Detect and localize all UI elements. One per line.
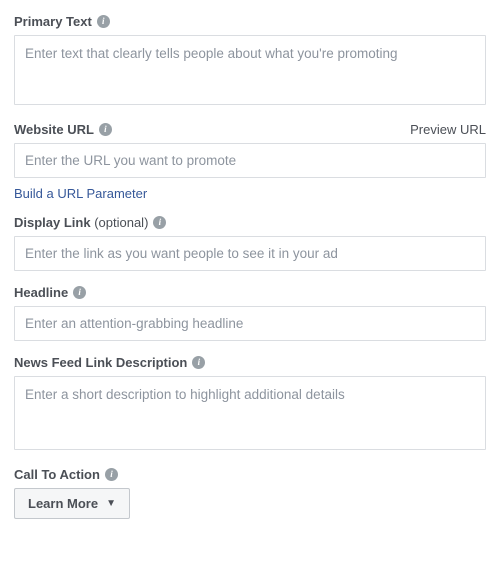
primary-text-input[interactable] bbox=[14, 35, 486, 105]
headline-label: Headline bbox=[14, 285, 68, 300]
display-link-optional: (optional) bbox=[94, 215, 148, 230]
label-left: Headline i bbox=[14, 285, 86, 300]
label-row: Website URL i Preview URL bbox=[14, 122, 486, 137]
field-cta: Call To Action i Learn More ▼ bbox=[14, 467, 486, 519]
display-link-label-text: Display Link bbox=[14, 215, 91, 230]
label-row: Display Link (optional) i bbox=[14, 215, 486, 230]
field-website-url: Website URL i Preview URL Build a URL Pa… bbox=[14, 122, 486, 201]
info-icon[interactable]: i bbox=[73, 286, 86, 299]
info-icon[interactable]: i bbox=[99, 123, 112, 136]
label-left: News Feed Link Description i bbox=[14, 355, 205, 370]
website-url-label: Website URL bbox=[14, 122, 94, 137]
display-link-label: Display Link (optional) bbox=[14, 215, 148, 230]
display-link-input[interactable] bbox=[14, 236, 486, 271]
label-left: Display Link (optional) i bbox=[14, 215, 166, 230]
field-display-link: Display Link (optional) i bbox=[14, 215, 486, 271]
label-row: Primary Text i bbox=[14, 14, 486, 29]
headline-input[interactable] bbox=[14, 306, 486, 341]
news-feed-desc-input[interactable] bbox=[14, 376, 486, 450]
build-url-parameter-link[interactable]: Build a URL Parameter bbox=[14, 186, 147, 201]
info-icon[interactable]: i bbox=[153, 216, 166, 229]
info-icon[interactable]: i bbox=[192, 356, 205, 369]
cta-selected-text: Learn More bbox=[28, 496, 98, 511]
label-row: Call To Action i bbox=[14, 467, 486, 482]
website-url-input[interactable] bbox=[14, 143, 486, 178]
info-icon[interactable]: i bbox=[105, 468, 118, 481]
chevron-down-icon: ▼ bbox=[106, 499, 116, 509]
label-left: Primary Text i bbox=[14, 14, 110, 29]
label-row: News Feed Link Description i bbox=[14, 355, 486, 370]
primary-text-label: Primary Text bbox=[14, 14, 92, 29]
cta-label: Call To Action bbox=[14, 467, 100, 482]
cta-dropdown-button[interactable]: Learn More ▼ bbox=[14, 488, 130, 519]
label-left: Call To Action i bbox=[14, 467, 118, 482]
field-news-feed-desc: News Feed Link Description i bbox=[14, 355, 486, 453]
news-feed-desc-label: News Feed Link Description bbox=[14, 355, 187, 370]
field-headline: Headline i bbox=[14, 285, 486, 341]
info-icon[interactable]: i bbox=[97, 15, 110, 28]
preview-url-link[interactable]: Preview URL bbox=[410, 122, 486, 137]
label-row: Headline i bbox=[14, 285, 486, 300]
label-left: Website URL i bbox=[14, 122, 112, 137]
field-primary-text: Primary Text i bbox=[14, 14, 486, 108]
